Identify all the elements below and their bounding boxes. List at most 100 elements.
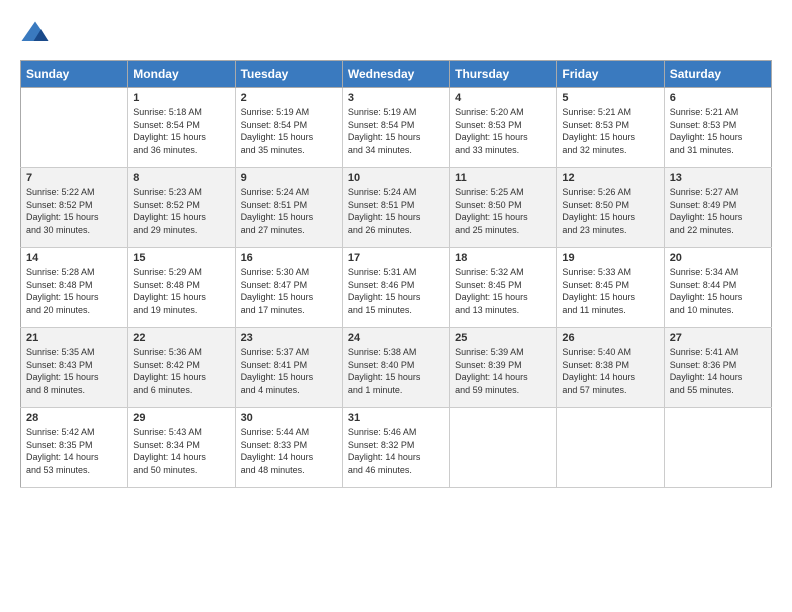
day-info: Sunrise: 5:24 AM Sunset: 8:51 PM Dayligh… xyxy=(348,186,444,236)
day-number: 18 xyxy=(455,252,551,264)
day-cell: 2 Sunrise: 5:19 AM Sunset: 8:54 PM Daylig… xyxy=(235,88,342,168)
day-info: Sunrise: 5:46 AM Sunset: 8:32 PM Dayligh… xyxy=(348,426,444,476)
page-header xyxy=(20,20,772,50)
day-number: 19 xyxy=(562,252,658,264)
day-cell: 22 Sunrise: 5:36 AM Sunset: 8:42 PM Dayli… xyxy=(128,328,235,408)
day-info: Sunrise: 5:33 AM Sunset: 8:45 PM Dayligh… xyxy=(562,266,658,316)
day-cell: 25 Sunrise: 5:39 AM Sunset: 8:39 PM Dayli… xyxy=(450,328,557,408)
day-info: Sunrise: 5:36 AM Sunset: 8:42 PM Dayligh… xyxy=(133,346,229,396)
day-cell: 17 Sunrise: 5:31 AM Sunset: 8:46 PM Dayli… xyxy=(342,248,449,328)
day-number: 23 xyxy=(241,332,337,344)
day-cell: 20 Sunrise: 5:34 AM Sunset: 8:44 PM Dayli… xyxy=(664,248,771,328)
day-info: Sunrise: 5:18 AM Sunset: 8:54 PM Dayligh… xyxy=(133,106,229,156)
day-info: Sunrise: 5:24 AM Sunset: 8:51 PM Dayligh… xyxy=(241,186,337,236)
day-number: 6 xyxy=(670,92,766,104)
day-info: Sunrise: 5:20 AM Sunset: 8:53 PM Dayligh… xyxy=(455,106,551,156)
day-cell: 26 Sunrise: 5:40 AM Sunset: 8:38 PM Dayli… xyxy=(557,328,664,408)
day-info: Sunrise: 5:19 AM Sunset: 8:54 PM Dayligh… xyxy=(241,106,337,156)
day-info: Sunrise: 5:38 AM Sunset: 8:40 PM Dayligh… xyxy=(348,346,444,396)
day-number: 8 xyxy=(133,172,229,184)
day-cell xyxy=(450,408,557,488)
day-info: Sunrise: 5:44 AM Sunset: 8:33 PM Dayligh… xyxy=(241,426,337,476)
day-number: 1 xyxy=(133,92,229,104)
day-cell: 1 Sunrise: 5:18 AM Sunset: 8:54 PM Daylig… xyxy=(128,88,235,168)
day-cell: 12 Sunrise: 5:26 AM Sunset: 8:50 PM Dayli… xyxy=(557,168,664,248)
day-info: Sunrise: 5:22 AM Sunset: 8:52 PM Dayligh… xyxy=(26,186,122,236)
column-header-friday: Friday xyxy=(557,61,664,88)
day-cell: 30Sunrise: 5:44 AM Sunset: 8:33 PM Dayli… xyxy=(235,408,342,488)
column-header-tuesday: Tuesday xyxy=(235,61,342,88)
day-cell: 4 Sunrise: 5:20 AM Sunset: 8:53 PM Daylig… xyxy=(450,88,557,168)
day-number: 26 xyxy=(562,332,658,344)
column-header-saturday: Saturday xyxy=(664,61,771,88)
column-header-sunday: Sunday xyxy=(21,61,128,88)
day-cell: 18Sunrise: 5:32 AM Sunset: 8:45 PM Dayli… xyxy=(450,248,557,328)
day-cell: 14Sunrise: 5:28 AM Sunset: 8:48 PM Dayli… xyxy=(21,248,128,328)
calendar-table: SundayMondayTuesdayWednesdayThursdayFrid… xyxy=(20,60,772,488)
day-cell: 3 Sunrise: 5:19 AM Sunset: 8:54 PM Daylig… xyxy=(342,88,449,168)
day-info: Sunrise: 5:31 AM Sunset: 8:46 PM Dayligh… xyxy=(348,266,444,316)
day-number: 11 xyxy=(455,172,551,184)
logo-icon xyxy=(20,20,50,50)
day-number: 2 xyxy=(241,92,337,104)
column-header-wednesday: Wednesday xyxy=(342,61,449,88)
day-cell: 31 Sunrise: 5:46 AM Sunset: 8:32 PM Dayli… xyxy=(342,408,449,488)
day-info: Sunrise: 5:37 AM Sunset: 8:41 PM Dayligh… xyxy=(241,346,337,396)
day-cell: 19 Sunrise: 5:33 AM Sunset: 8:45 PM Dayli… xyxy=(557,248,664,328)
column-header-thursday: Thursday xyxy=(450,61,557,88)
day-cell: 15 Sunrise: 5:29 AM Sunset: 8:48 PM Dayli… xyxy=(128,248,235,328)
week-row-4: 21Sunrise: 5:35 AM Sunset: 8:43 PM Dayli… xyxy=(21,328,772,408)
day-info: Sunrise: 5:19 AM Sunset: 8:54 PM Dayligh… xyxy=(348,106,444,156)
day-info: Sunrise: 5:23 AM Sunset: 8:52 PM Dayligh… xyxy=(133,186,229,236)
day-number: 16 xyxy=(241,252,337,264)
day-number: 22 xyxy=(133,332,229,344)
day-info: Sunrise: 5:26 AM Sunset: 8:50 PM Dayligh… xyxy=(562,186,658,236)
day-cell: 21Sunrise: 5:35 AM Sunset: 8:43 PM Dayli… xyxy=(21,328,128,408)
day-number: 15 xyxy=(133,252,229,264)
day-cell xyxy=(557,408,664,488)
day-number: 17 xyxy=(348,252,444,264)
day-number: 25 xyxy=(455,332,551,344)
day-info: Sunrise: 5:39 AM Sunset: 8:39 PM Dayligh… xyxy=(455,346,551,396)
week-row-3: 14Sunrise: 5:28 AM Sunset: 8:48 PM Dayli… xyxy=(21,248,772,328)
day-info: Sunrise: 5:40 AM Sunset: 8:38 PM Dayligh… xyxy=(562,346,658,396)
day-cell: 29Sunrise: 5:43 AM Sunset: 8:34 PM Dayli… xyxy=(128,408,235,488)
day-cell: 27 Sunrise: 5:41 AM Sunset: 8:36 PM Dayli… xyxy=(664,328,771,408)
week-row-1: 1 Sunrise: 5:18 AM Sunset: 8:54 PM Daylig… xyxy=(21,88,772,168)
day-number: 3 xyxy=(348,92,444,104)
logo xyxy=(20,20,54,50)
day-number: 10 xyxy=(348,172,444,184)
day-info: Sunrise: 5:21 AM Sunset: 8:53 PM Dayligh… xyxy=(670,106,766,156)
day-number: 12 xyxy=(562,172,658,184)
day-number: 4 xyxy=(455,92,551,104)
day-info: Sunrise: 5:29 AM Sunset: 8:48 PM Dayligh… xyxy=(133,266,229,316)
column-header-monday: Monday xyxy=(128,61,235,88)
day-info: Sunrise: 5:34 AM Sunset: 8:44 PM Dayligh… xyxy=(670,266,766,316)
day-number: 28 xyxy=(26,412,122,424)
day-cell: 6 Sunrise: 5:21 AM Sunset: 8:53 PM Daylig… xyxy=(664,88,771,168)
day-number: 9 xyxy=(241,172,337,184)
day-cell: 7 Sunrise: 5:22 AM Sunset: 8:52 PM Daylig… xyxy=(21,168,128,248)
day-info: Sunrise: 5:41 AM Sunset: 8:36 PM Dayligh… xyxy=(670,346,766,396)
week-row-2: 7 Sunrise: 5:22 AM Sunset: 8:52 PM Daylig… xyxy=(21,168,772,248)
day-info: Sunrise: 5:28 AM Sunset: 8:48 PM Dayligh… xyxy=(26,266,122,316)
day-cell: 11 Sunrise: 5:25 AM Sunset: 8:50 PM Dayli… xyxy=(450,168,557,248)
day-cell: 13 Sunrise: 5:27 AM Sunset: 8:49 PM Dayli… xyxy=(664,168,771,248)
day-info: Sunrise: 5:35 AM Sunset: 8:43 PM Dayligh… xyxy=(26,346,122,396)
day-cell: 5Sunrise: 5:21 AM Sunset: 8:53 PM Daylig… xyxy=(557,88,664,168)
day-cell: 8 Sunrise: 5:23 AM Sunset: 8:52 PM Daylig… xyxy=(128,168,235,248)
day-cell xyxy=(21,88,128,168)
day-number: 20 xyxy=(670,252,766,264)
day-number: 13 xyxy=(670,172,766,184)
day-info: Sunrise: 5:27 AM Sunset: 8:49 PM Dayligh… xyxy=(670,186,766,236)
day-number: 7 xyxy=(26,172,122,184)
day-info: Sunrise: 5:43 AM Sunset: 8:34 PM Dayligh… xyxy=(133,426,229,476)
day-number: 27 xyxy=(670,332,766,344)
day-number: 31 xyxy=(348,412,444,424)
day-info: Sunrise: 5:21 AM Sunset: 8:53 PM Dayligh… xyxy=(562,106,658,156)
day-cell xyxy=(664,408,771,488)
day-cell: 9 Sunrise: 5:24 AM Sunset: 8:51 PM Daylig… xyxy=(235,168,342,248)
day-number: 24 xyxy=(348,332,444,344)
header-row: SundayMondayTuesdayWednesdayThursdayFrid… xyxy=(21,61,772,88)
day-info: Sunrise: 5:25 AM Sunset: 8:50 PM Dayligh… xyxy=(455,186,551,236)
